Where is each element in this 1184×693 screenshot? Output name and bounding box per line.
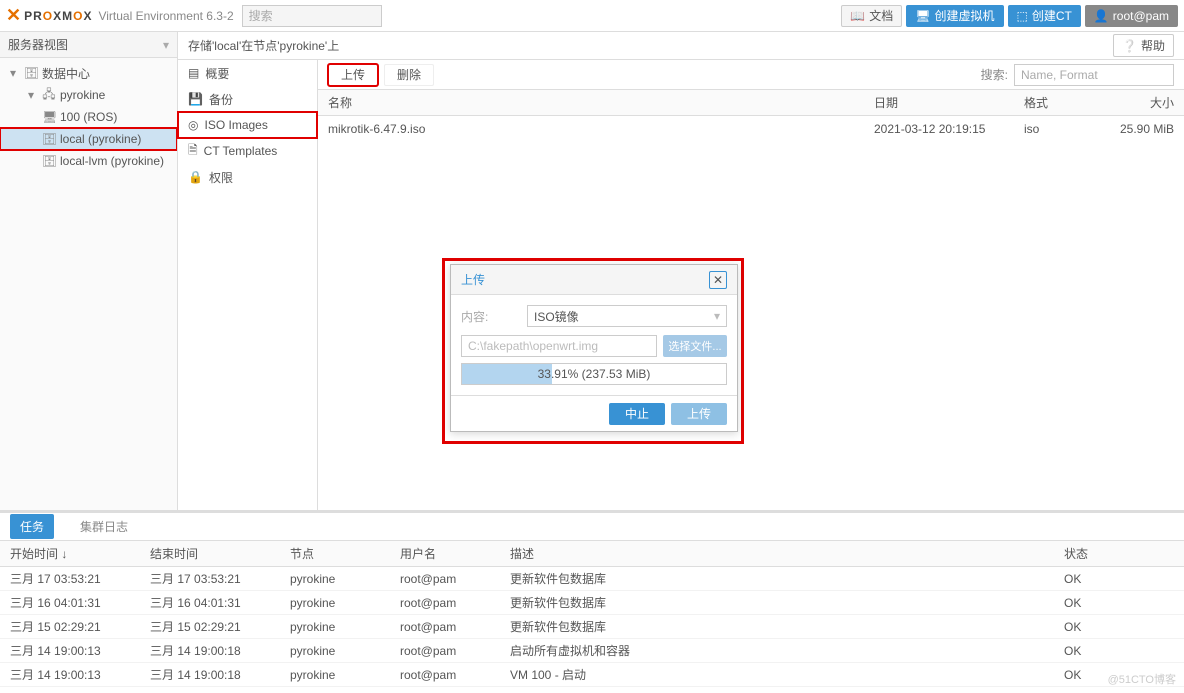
tree-vm-100[interactable]: 🖥100 (ROS) xyxy=(0,106,177,128)
col-name[interactable]: 名称 xyxy=(318,94,864,111)
browse-button[interactable]: 选择文件... xyxy=(663,335,727,357)
table-row[interactable]: mikrotik-6.47.9.iso 2021-03-12 20:19:15 … xyxy=(318,116,1184,142)
col-format[interactable]: 格式 xyxy=(1014,94,1094,111)
resource-tree: ▾🗄数据中心 ▾🖧pyrokine 🖥100 (ROS) 🗄local (pyr… xyxy=(0,58,177,510)
upload-dialog: 上传 ✕ 内容: ISO镜像▾ C:\fakepath\openwrt.img … xyxy=(450,264,738,432)
tree-datacenter[interactable]: ▾🗄数据中心 xyxy=(0,62,177,84)
file-path-input[interactable]: C:\fakepath\openwrt.img xyxy=(461,335,657,357)
table-header: 名称 日期 格式 大小 xyxy=(318,90,1184,116)
view-selector[interactable]: 服务器视图 ▾ xyxy=(0,32,177,58)
tree-storage-local-lvm[interactable]: 🗄local-lvm (pyrokine) xyxy=(0,150,177,172)
help-icon: ❔ xyxy=(1122,39,1137,53)
col-user[interactable]: 用户名 xyxy=(390,541,500,566)
tab-cluster-log[interactable]: 集群日志 xyxy=(70,514,138,539)
create-ct-button[interactable]: ⬚创建CT xyxy=(1008,5,1081,27)
close-icon: ✕ xyxy=(713,273,723,287)
progress-text: 33.91% (237.53 MiB) xyxy=(538,367,651,381)
create-vm-button[interactable]: 🖥创建虚拟机 xyxy=(906,5,1003,27)
remove-button[interactable]: 删除 xyxy=(384,64,434,86)
notes-icon: ▤ xyxy=(188,66,199,80)
floppy-icon: 💾 xyxy=(188,92,203,106)
disk-icon: 🗄 xyxy=(42,154,56,168)
col-end[interactable]: 结束时间 xyxy=(140,541,280,566)
content-toolbar: 上传 删除 搜索: Name, Format xyxy=(318,60,1184,90)
task-row[interactable]: 三月 14 19:00:13三月 14 19:00:18pyrokineroot… xyxy=(0,663,1184,687)
submenu-summary[interactable]: ▤概要 xyxy=(178,60,317,86)
breadcrumb: 存储'local'在节点'pyrokine'上 ❔帮助 xyxy=(178,32,1184,60)
top-header: ✕ PROXMOX Virtual Environment 6.3-2 搜索 📖… xyxy=(0,0,1184,32)
col-start[interactable]: 开始时间 ↓ xyxy=(0,541,140,566)
col-node[interactable]: 节点 xyxy=(280,541,390,566)
logo-x-icon: ✕ xyxy=(6,5,22,26)
logo-text: PROXMOX xyxy=(24,9,92,23)
task-row[interactable]: 三月 17 03:53:21三月 17 03:53:21pyrokineroot… xyxy=(0,567,1184,591)
col-date[interactable]: 日期 xyxy=(864,94,1014,111)
file-icon: 🗎 xyxy=(188,141,198,162)
monitor-icon: 🖥 xyxy=(915,9,930,23)
content-label: 内容: xyxy=(461,308,521,325)
watermark: @51CTO博客 xyxy=(1108,671,1176,687)
tab-tasks[interactable]: 任务 xyxy=(10,514,54,539)
task-row[interactable]: 三月 14 19:00:13三月 14 19:00:18pyrokineroot… xyxy=(0,639,1184,663)
submenu-permissions[interactable]: 🔒权限 xyxy=(178,164,317,190)
dialog-title: 上传 xyxy=(461,271,485,288)
submenu-iso-images[interactable]: ◎ISO Images xyxy=(178,112,317,138)
tree-node-pyrokine[interactable]: ▾🖧pyrokine xyxy=(0,84,177,106)
docs-button[interactable]: 📖文档 xyxy=(841,5,902,27)
logo: ✕ PROXMOX xyxy=(6,5,92,26)
submenu-backup[interactable]: 💾备份 xyxy=(178,86,317,112)
help-button[interactable]: ❔帮助 xyxy=(1113,34,1174,57)
chevron-down-icon: ▾ xyxy=(24,88,38,102)
global-search-input[interactable]: 搜索 xyxy=(242,5,382,27)
search-label: 搜索: xyxy=(981,66,1008,83)
content-search-input[interactable]: Name, Format xyxy=(1014,64,1174,86)
col-size[interactable]: 大小 xyxy=(1094,94,1184,111)
chevron-down-icon: ▾ xyxy=(714,309,720,323)
book-icon: 📖 xyxy=(850,9,865,23)
upload-progress: 33.91% (237.53 MiB) xyxy=(461,363,727,385)
version-label: Virtual Environment 6.3-2 xyxy=(98,9,233,23)
upload-button[interactable]: 上传 xyxy=(328,64,378,86)
upload-confirm-button[interactable]: 上传 xyxy=(671,403,727,425)
server-icon: 🗄 xyxy=(24,66,38,80)
user-menu-button[interactable]: 👤root@pam xyxy=(1085,5,1178,27)
submenu-ct-templates[interactable]: 🗎CT Templates xyxy=(178,138,317,164)
sidebar: 服务器视图 ▾ ▾🗄数据中心 ▾🖧pyrokine 🖥100 (ROS) 🗄lo… xyxy=(0,32,178,510)
user-icon: 👤 xyxy=(1094,9,1109,23)
content-select[interactable]: ISO镜像▾ xyxy=(527,305,727,327)
disk-icon: 🗄 xyxy=(42,132,56,146)
task-row[interactable]: 三月 15 02:29:21三月 15 02:29:21pyrokineroot… xyxy=(0,615,1184,639)
sub-menu: ▤概要 💾备份 ◎ISO Images 🗎CT Templates 🔒权限 xyxy=(178,60,318,510)
tasks-header: 开始时间 ↓ 结束时间 节点 用户名 描述 状态 xyxy=(0,541,1184,567)
col-status[interactable]: 状态 xyxy=(1054,541,1184,566)
tasks-panel: 任务 集群日志 开始时间 ↓ 结束时间 节点 用户名 描述 状态 三月 17 0… xyxy=(0,510,1184,693)
task-row[interactable]: 三月 16 04:01:31三月 16 04:01:31pyrokineroot… xyxy=(0,591,1184,615)
cube-icon: ⬚ xyxy=(1017,9,1028,23)
chevron-down-icon: ▾ xyxy=(6,66,20,80)
abort-button[interactable]: 中止 xyxy=(609,403,665,425)
chevron-down-icon: ▾ xyxy=(163,38,169,52)
monitor-icon: 🖥 xyxy=(42,110,56,124)
col-desc[interactable]: 描述 xyxy=(500,541,1054,566)
dialog-close-button[interactable]: ✕ xyxy=(709,271,727,289)
lock-icon: 🔒 xyxy=(188,170,203,184)
disc-icon: ◎ xyxy=(188,118,198,132)
tree-storage-local[interactable]: 🗄local (pyrokine) xyxy=(0,128,177,150)
node-icon: 🖧 xyxy=(42,85,56,106)
